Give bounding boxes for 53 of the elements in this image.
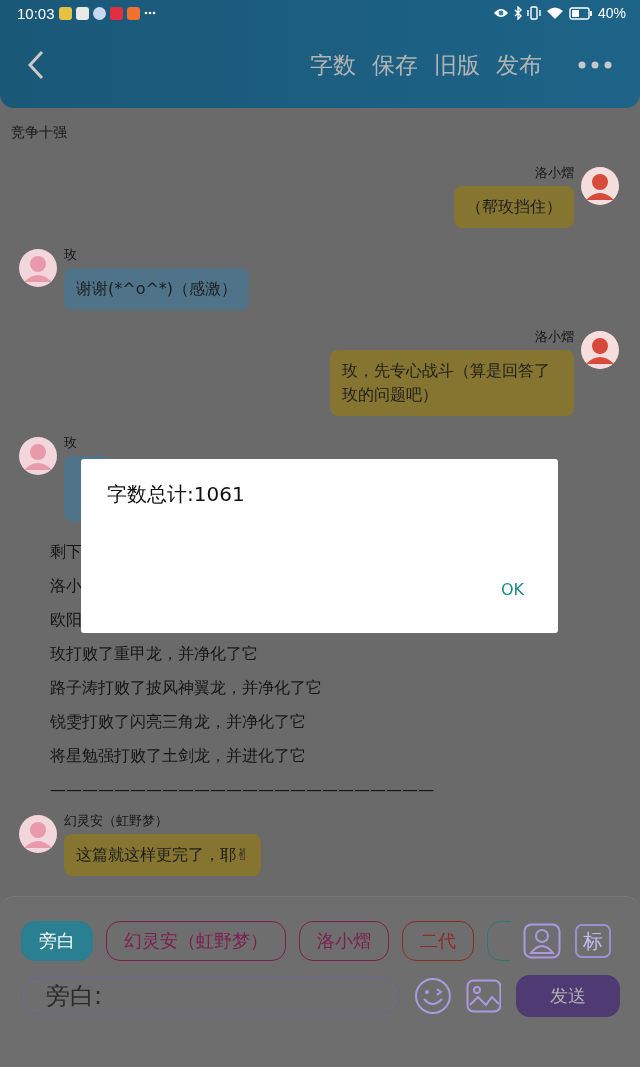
more-icon[interactable] — [578, 61, 612, 69]
narration-text: 欧阳 — [50, 609, 82, 631]
message-bubble: 谢谢(*^o^*)（感激） — [64, 268, 250, 310]
avatar — [18, 248, 58, 288]
narration-text: 将星勉强打败了土剑龙，并进化了它 — [50, 745, 306, 767]
vibrate-icon — [526, 6, 541, 20]
narration-text: 剩下 — [50, 541, 82, 563]
tag-button[interactable]: 标 — [575, 924, 611, 958]
app-notification-icon — [126, 6, 140, 20]
header-action[interactable]: 发布 — [496, 49, 542, 81]
image-icon[interactable] — [465, 979, 502, 1013]
sender-name: 洛小熠 — [535, 328, 574, 346]
status-time: 10:03 — [17, 4, 55, 22]
header-action[interactable]: 旧版 — [434, 49, 480, 81]
narration-text: 玫打败了重甲龙，并净化了它 — [50, 643, 258, 665]
sender-name: 幻灵安（虹野梦） — [64, 812, 169, 830]
story-title: 竞争十强 — [10, 123, 68, 142]
message-bubble: （帮玫挡住） — [454, 186, 574, 228]
sender-name: 洛小熠 — [535, 164, 574, 182]
header-action[interactable]: 保存 — [372, 49, 418, 81]
more-notifications-icon — [143, 11, 156, 15]
header-action[interactable]: 字数 — [310, 49, 356, 81]
person-icon[interactable] — [523, 923, 561, 959]
avatar — [580, 330, 620, 370]
message-bubble: 这篇就这样更完了，耶✌ — [64, 834, 262, 876]
battery-icon — [568, 6, 593, 20]
avatar — [580, 166, 620, 206]
role-chip[interactable]: 旁白 — [21, 921, 93, 961]
battery-percent: 40% — [597, 5, 626, 21]
bluetooth-icon — [513, 6, 522, 20]
narration-text: ———————————————————————— — [50, 779, 434, 801]
dialog-message: 字数总计:1061 — [107, 481, 245, 508]
sender-name: 玫 — [64, 246, 78, 264]
emoji-icon[interactable] — [413, 977, 452, 1015]
app-notification-icon — [92, 6, 106, 20]
avatar — [18, 436, 58, 476]
avatar — [18, 814, 58, 854]
ok-button[interactable]: OK — [492, 576, 532, 603]
app-notification-icon — [75, 6, 89, 20]
eye-icon — [492, 7, 509, 19]
message-input[interactable]: 旁白: — [21, 977, 400, 1015]
send-button[interactable]: 发送 — [516, 975, 620, 1017]
role-chip[interactable]: 洛小熠 — [299, 921, 389, 961]
wifi-icon — [545, 6, 564, 20]
message-bubble: 玫，先专心战斗（算是回答了玫的问题吧） — [330, 350, 574, 416]
narration-text: 洛小 — [50, 575, 82, 597]
app-notification-icon — [58, 6, 72, 20]
role-chip[interactable]: 幻灵安（虹野梦） — [106, 921, 286, 961]
sender-name: 玫 — [64, 434, 78, 452]
back-icon[interactable] — [26, 49, 46, 81]
app-notification-icon — [109, 6, 123, 20]
narration-text: 路子涛打败了披风神翼龙，并净化了它 — [50, 677, 322, 699]
narration-text: 锐雯打败了闪亮三角龙，并净化了它 — [50, 711, 306, 733]
